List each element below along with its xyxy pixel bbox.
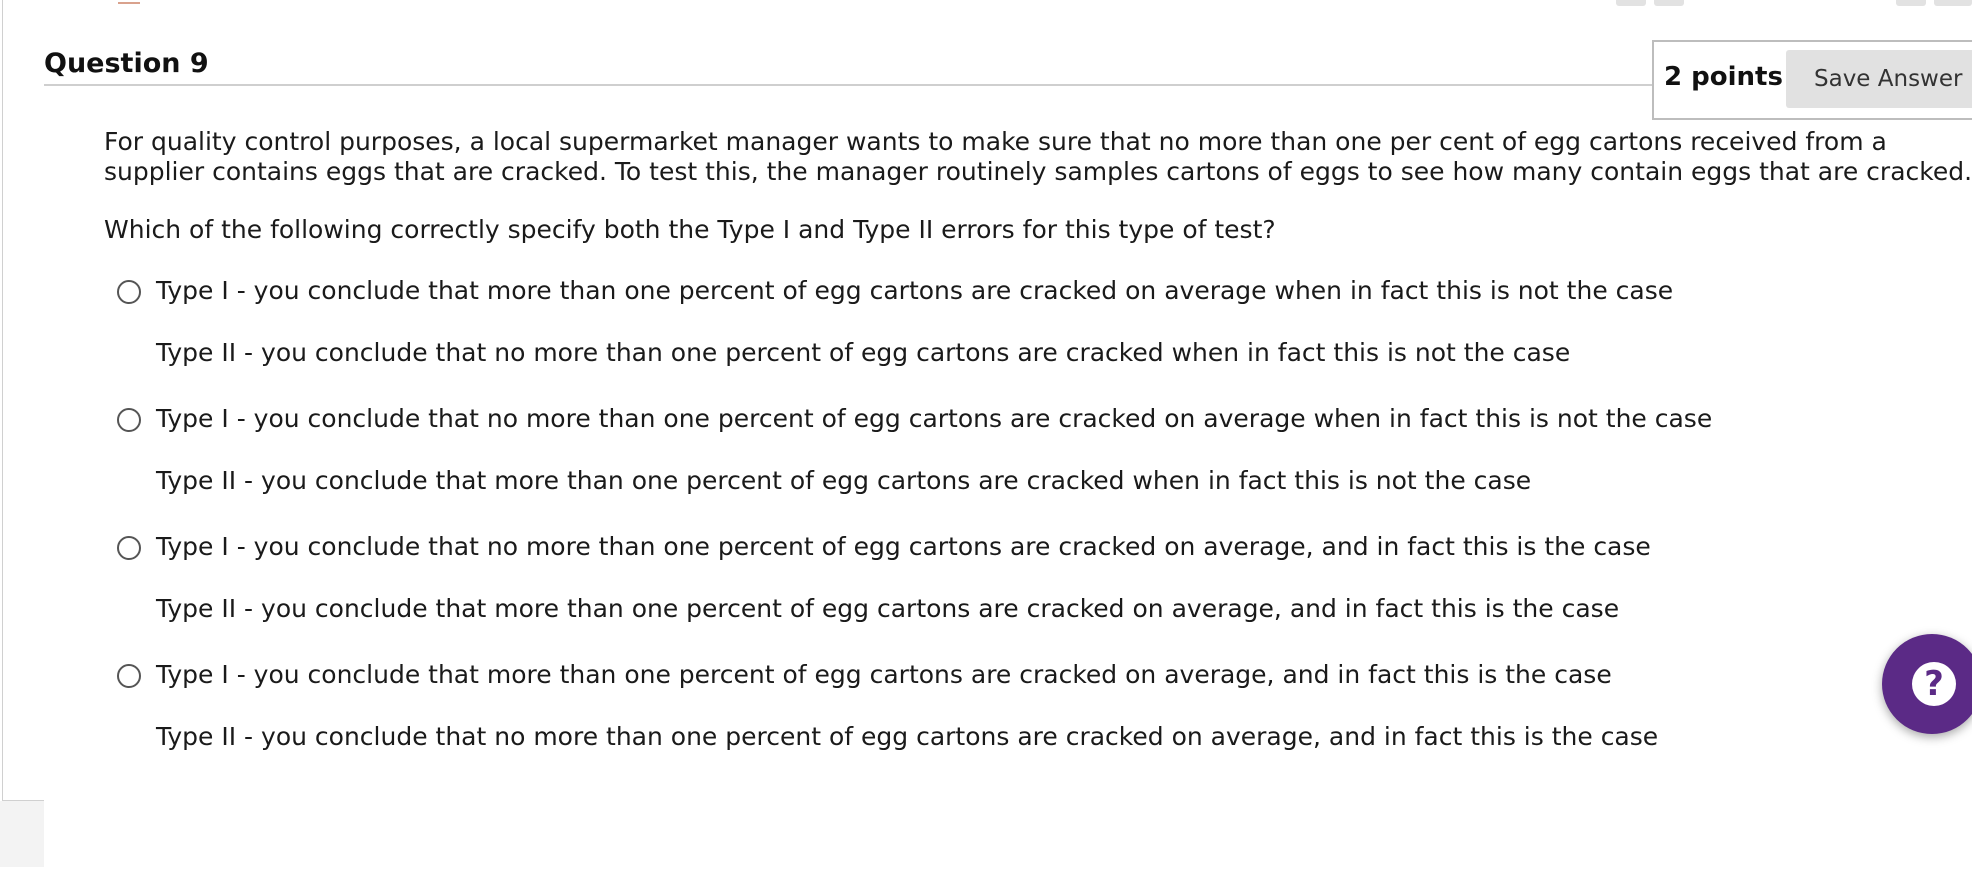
question-title: Question 9 [44, 48, 209, 79]
quiz-page: Question 9 2 points Save Answer For qual… [0, 0, 1972, 884]
question-mark-icon: ? [1912, 662, 1956, 706]
toolbar-remnant-accent [118, 0, 140, 4]
answer-radio-2[interactable] [117, 408, 141, 432]
answer-option-1-type-i[interactable]: Type I - you conclude that more than one… [156, 276, 1673, 306]
question-stem-line-1: For quality control purposes, a local su… [104, 127, 1887, 156]
question-header-divider [44, 84, 1654, 86]
save-answer-button[interactable]: Save Answer [1786, 50, 1972, 108]
answer-option-2-type-i[interactable]: Type I - you conclude that no more than … [156, 404, 1712, 434]
answer-option-3-type-ii[interactable]: Type II - you conclude that more than on… [156, 594, 1619, 624]
answer-option-3-type-i[interactable]: Type I - you conclude that no more than … [156, 532, 1651, 562]
answer-option-2-type-ii[interactable]: Type II - you conclude that more than on… [156, 466, 1531, 496]
answer-radio-4[interactable] [117, 664, 141, 688]
points-label: 2 points [1664, 62, 1783, 92]
help-button[interactable]: ? [1882, 634, 1972, 734]
toolbar-remnant-button[interactable] [1896, 0, 1926, 6]
toolbar-remnant-button[interactable] [1616, 0, 1646, 6]
answer-option-1-type-ii[interactable]: Type II - you conclude that no more than… [156, 338, 1570, 368]
question-stem-line-2: supplier contains eggs that are cracked.… [104, 157, 1972, 186]
answer-radio-1[interactable] [117, 280, 141, 304]
answer-radio-3[interactable] [117, 536, 141, 560]
question-frame-left-border [2, 0, 3, 800]
question-prompt: Which of the following correctly specify… [104, 215, 1276, 244]
answer-option-4-type-i[interactable]: Type I - you conclude that more than one… [156, 660, 1612, 690]
toolbar-remnant-button[interactable] [1654, 0, 1684, 6]
points-panel: 2 points Save Answer [1652, 40, 1972, 120]
page-footer-gutter [0, 801, 44, 867]
toolbar-remnant-button[interactable] [1934, 0, 1972, 6]
answer-option-4-type-ii[interactable]: Type II - you conclude that no more than… [156, 722, 1658, 752]
